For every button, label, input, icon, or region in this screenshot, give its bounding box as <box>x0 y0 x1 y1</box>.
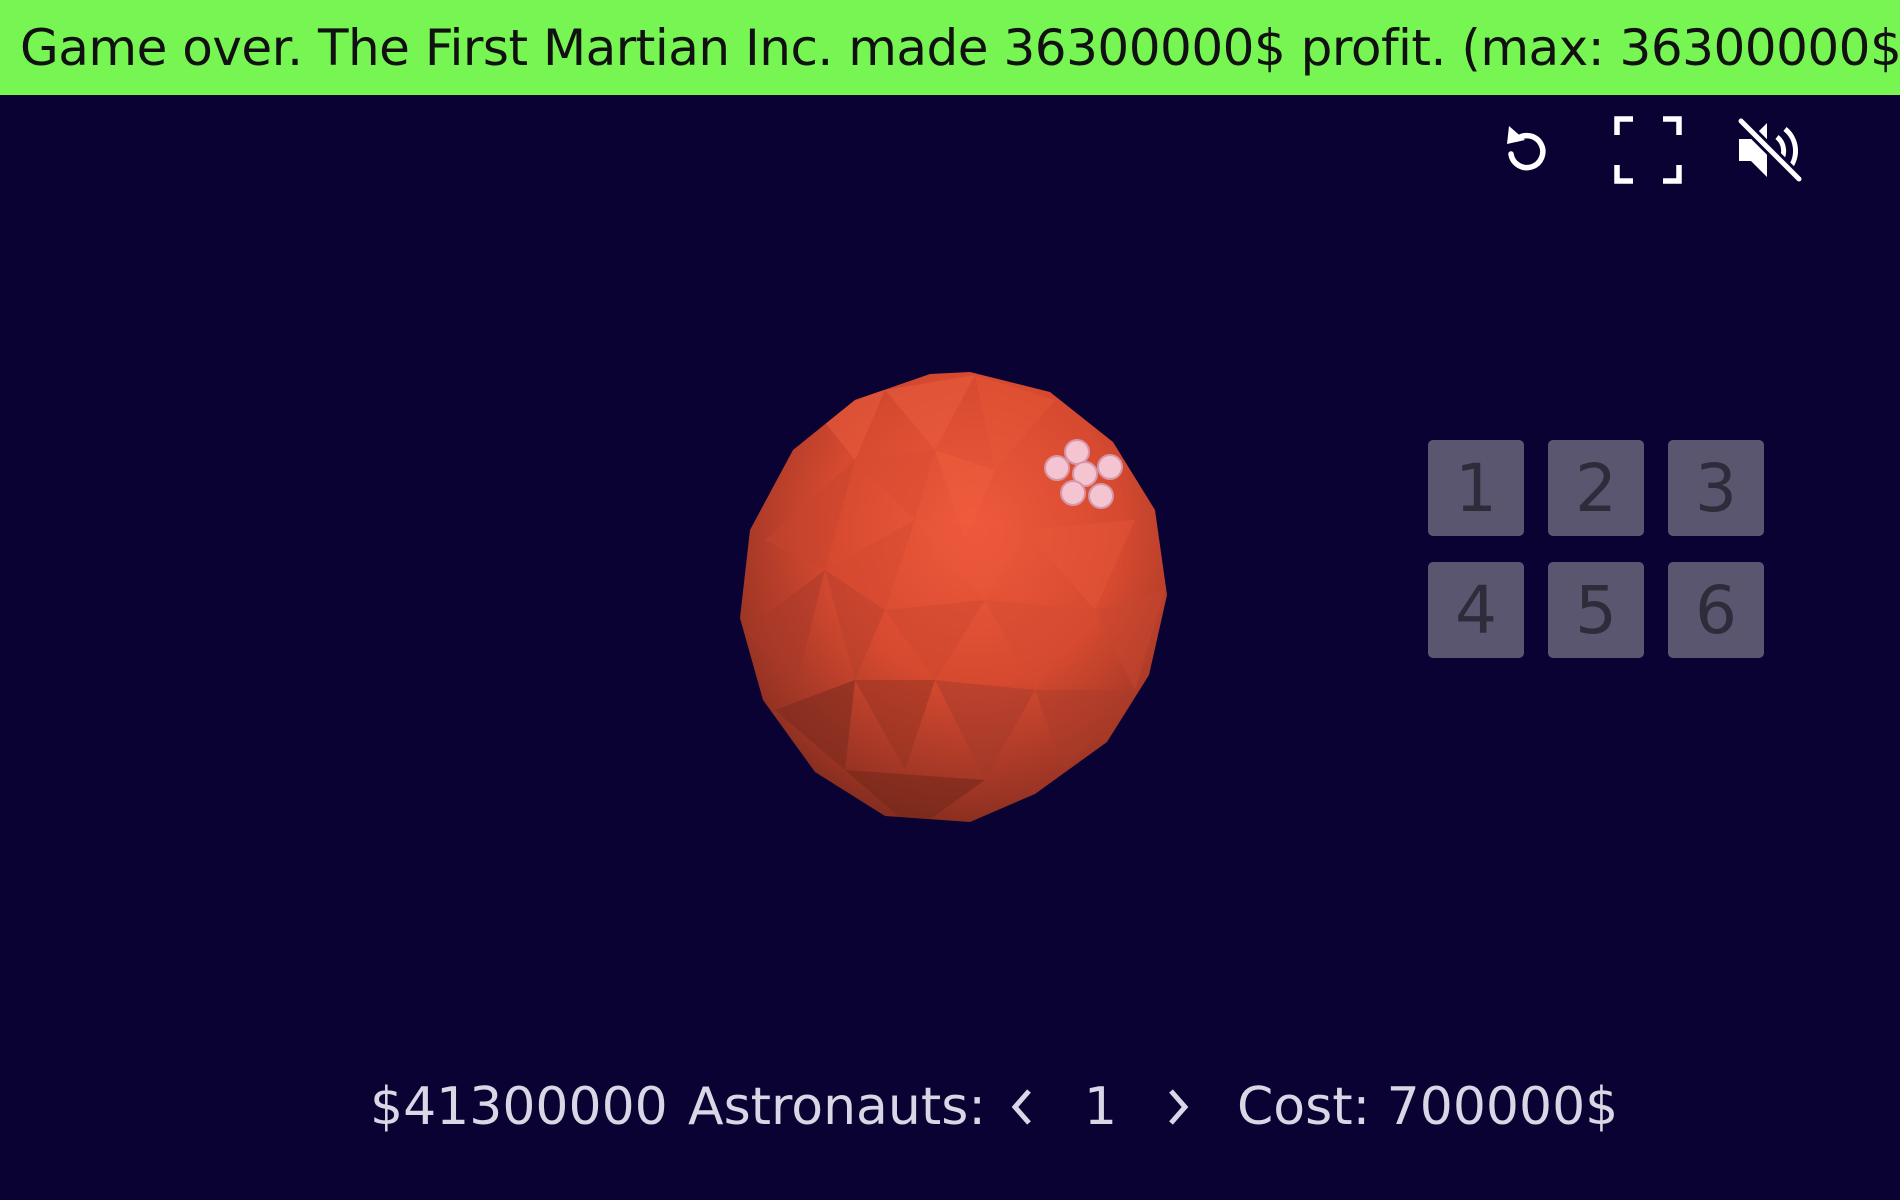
chevron-right-icon <box>1169 1089 1189 1125</box>
mute-button[interactable] <box>1730 110 1810 190</box>
mars-planet[interactable] <box>735 370 1195 830</box>
level-button-4[interactable]: 4 <box>1428 562 1524 658</box>
level-button-6[interactable]: 6 <box>1668 562 1764 658</box>
fullscreen-button[interactable] <box>1608 110 1688 190</box>
mute-icon <box>1737 117 1803 183</box>
mars-planet-graphic <box>740 372 1167 822</box>
astronauts-increase-button[interactable] <box>1156 1078 1200 1136</box>
fullscreen-icon <box>1614 116 1682 184</box>
level-button-5[interactable]: 5 <box>1548 562 1644 658</box>
level-button-1[interactable]: 1 <box>1428 440 1524 536</box>
game-over-message: Game over. The First Martian Inc. made 3… <box>20 18 1900 77</box>
level-selector: 1 2 3 4 5 6 <box>1428 440 1764 660</box>
astronauts-label: Astronauts: <box>688 1077 986 1137</box>
game-over-banner: Game over. The First Martian Inc. made 3… <box>0 0 1900 95</box>
restart-button[interactable] <box>1485 110 1565 190</box>
chevron-left-icon <box>1011 1089 1031 1125</box>
level-button-2[interactable]: 2 <box>1548 440 1644 536</box>
astronauts-count: 1 <box>1084 1077 1118 1137</box>
launch-cost: Cost: 700000$ <box>1237 1077 1619 1137</box>
astronauts-decrease-button[interactable] <box>1000 1078 1044 1136</box>
level-button-3[interactable]: 3 <box>1668 440 1764 536</box>
money-display: $41300000 <box>370 1077 668 1137</box>
game-stage: Game over. The First Martian Inc. made 3… <box>0 0 1900 1200</box>
restart-icon <box>1507 126 1546 171</box>
